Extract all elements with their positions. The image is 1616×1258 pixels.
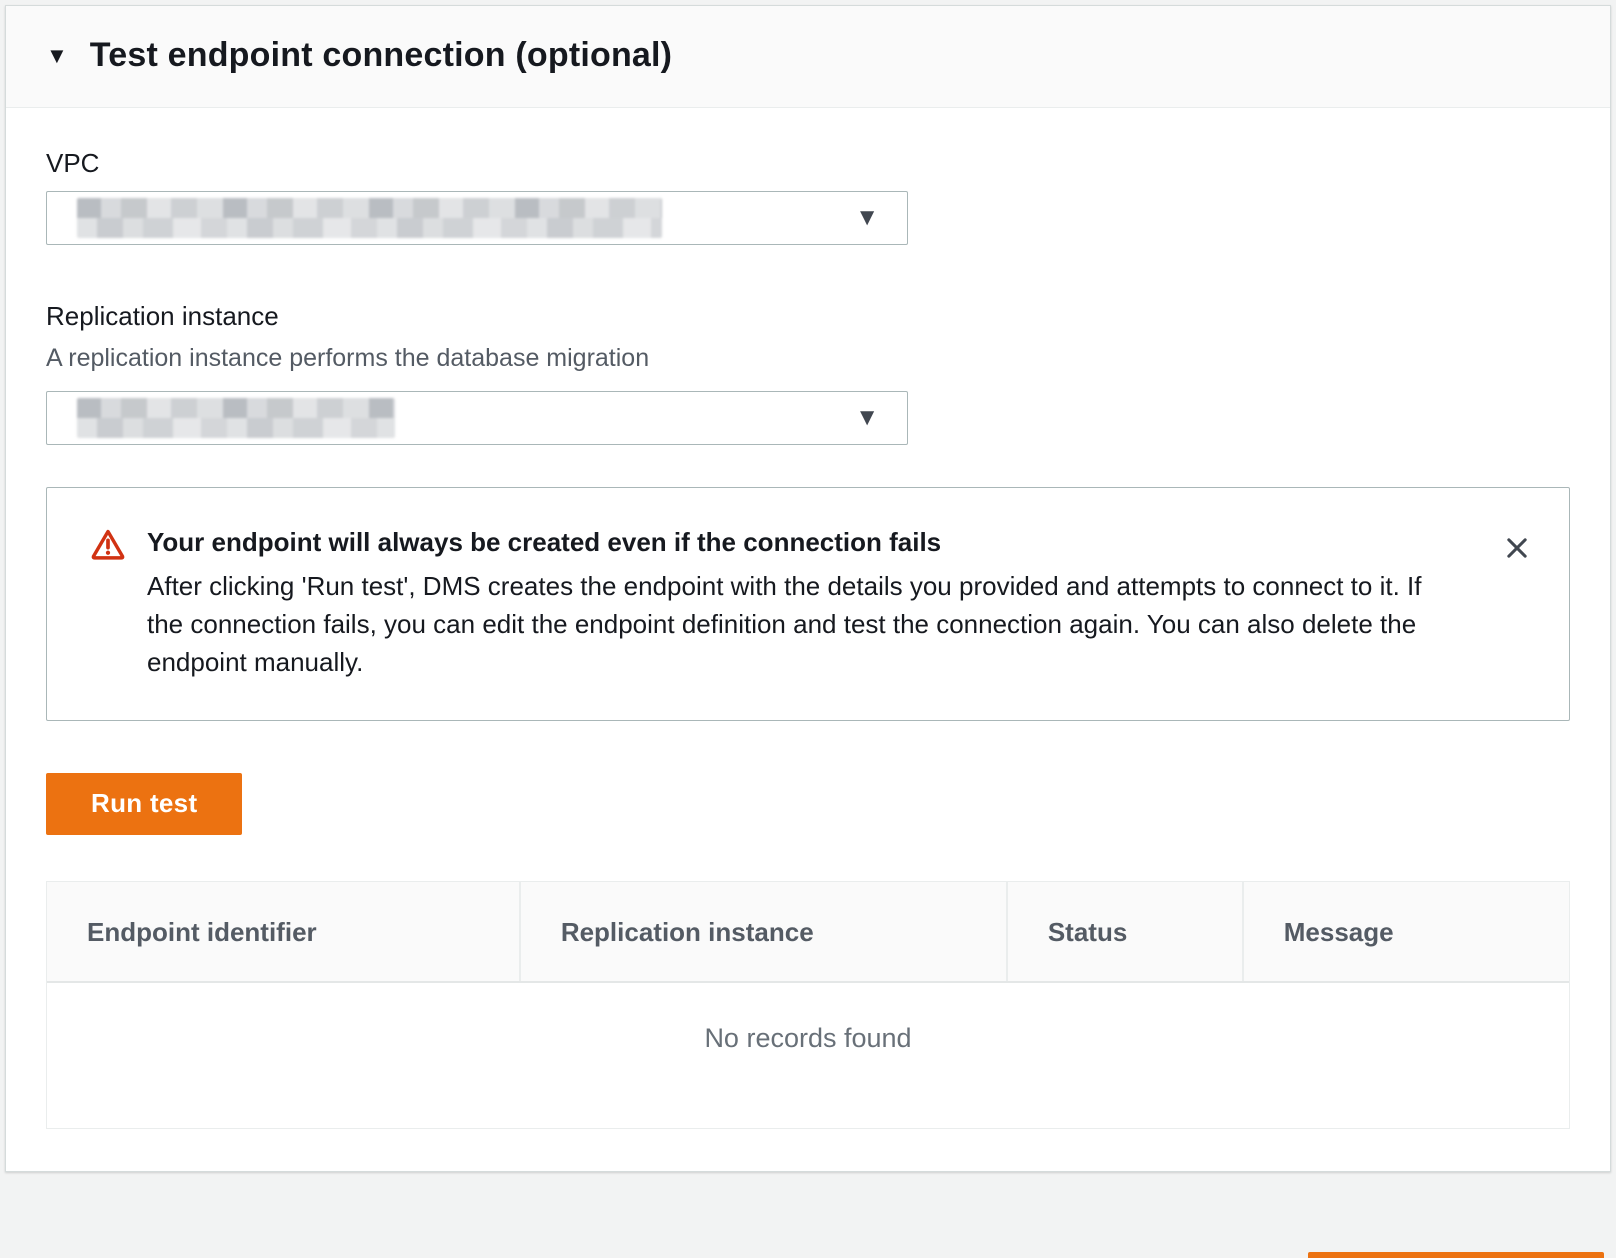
column-header-status: Status <box>1006 882 1242 981</box>
collapse-triangle-icon[interactable]: ▼ <box>46 45 68 67</box>
create-endpoint-button[interactable]: Create endpoint <box>1308 1252 1604 1258</box>
column-header-message: Message <box>1242 882 1569 981</box>
chevron-down-icon: ▼ <box>855 206 879 230</box>
run-test-button[interactable]: Run test <box>46 773 242 835</box>
vpc-selected-value-redacted <box>77 198 662 238</box>
close-icon <box>1503 534 1531 562</box>
alert-close-button[interactable] <box>1499 530 1535 569</box>
section-header[interactable]: ▼ Test endpoint connection (optional) <box>6 6 1610 108</box>
alert-content: Your endpoint will always be created eve… <box>125 526 1499 682</box>
table-header-row: Endpoint identifier Replication instance… <box>47 882 1569 983</box>
replication-instance-selected-value-redacted <box>77 398 395 438</box>
form-footer: Cancel Create endpoint <box>0 1172 1616 1258</box>
vpc-field-group: VPC ▼ <box>46 148 1570 245</box>
chevron-down-icon: ▼ <box>855 406 879 430</box>
vpc-label: VPC <box>46 148 1570 179</box>
replication-instance-field-group: Replication instance A replication insta… <box>46 301 1570 445</box>
table-empty-state: No records found <box>47 983 1569 1128</box>
column-header-replication-instance: Replication instance <box>519 882 1006 981</box>
column-header-endpoint-identifier: Endpoint identifier <box>47 882 519 981</box>
test-endpoint-connection-panel: ▼ Test endpoint connection (optional) VP… <box>5 5 1611 1172</box>
replication-instance-description: A replication instance performs the data… <box>46 344 1570 373</box>
section-body: VPC ▼ Replication instance A replication… <box>6 108 1610 1171</box>
vpc-select[interactable]: ▼ <box>46 191 908 245</box>
replication-instance-label: Replication instance <box>46 301 1570 332</box>
alert-title: Your endpoint will always be created eve… <box>147 526 1463 559</box>
endpoint-warning-alert: Your endpoint will always be created eve… <box>46 487 1570 721</box>
connection-test-results-table: Endpoint identifier Replication instance… <box>46 881 1570 1129</box>
alert-body-text: After clicking 'Run test', DMS creates t… <box>147 567 1447 682</box>
section-title: Test endpoint connection (optional) <box>90 36 672 75</box>
replication-instance-select[interactable]: ▼ <box>46 391 908 445</box>
warning-triangle-icon <box>91 528 125 565</box>
